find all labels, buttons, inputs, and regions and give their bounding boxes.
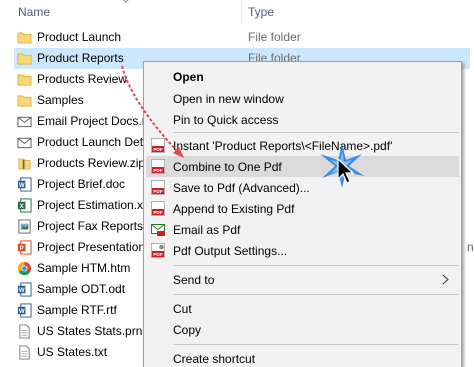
file-name: Sample RTF.rtf [37,303,117,317]
svg-text:PDF: PDF [153,252,163,258]
menu-item-label: Open [173,70,204,84]
file-name: Project Presentation [37,240,146,254]
file-name: Products Review.zip [37,156,146,170]
menu-item-append-pdf[interactable]: PDF Append to Existing Pdf [146,198,459,219]
file-name: Email Project Docs.r [37,114,146,128]
menu-item-copy[interactable]: Copy [146,319,459,340]
file-type: File folder [248,30,301,44]
menu-item-open[interactable]: Open [146,66,459,87]
column-name-header[interactable]: Name [18,5,50,19]
file-name: Samples [37,93,84,107]
pdf-icon: PDF [151,201,165,216]
svg-text:PDF: PDF [153,168,163,174]
pdf-icon: PDF [151,138,165,153]
menu-item-label: Append to Existing Pdf [173,202,295,216]
tiff-icon [18,219,31,234]
menu-item-pdf-output-settings[interactable]: PDF Pdf Output Settings... [146,240,459,261]
folder-icon [17,95,32,107]
email-pdf-icon [151,224,165,236]
menu-item-label: Copy [173,323,202,337]
file-name: Project Fax Reports. [37,219,147,233]
column-header: Name Type [0,0,474,24]
svg-text:W: W [19,308,25,315]
svg-text:W: W [19,182,25,189]
svg-text:PDF: PDF [153,189,163,195]
menu-item-label: Open in new window [173,92,284,106]
folder-icon [17,32,32,44]
file-name: Sample ODT.odt [37,282,126,296]
file-name: Products Review [37,72,128,86]
menu-item-label: Send to [173,273,215,287]
folder-icon [17,53,32,65]
svg-text:W: W [19,287,25,294]
email-icon [17,137,32,149]
svg-text:P: P [20,245,24,252]
menu-item-open-new-window[interactable]: Open in new window [146,88,459,109]
menu-separator [173,344,458,345]
word-doc-icon: W [17,177,32,192]
file-name: Project Estimation.x [37,198,144,212]
folder-icon [17,74,32,86]
file-name: Sample HTM.htm [37,261,131,275]
menu-item-email-pdf[interactable]: Email as Pdf [146,219,459,240]
menu-separator [173,265,458,266]
sort-chevron-icon[interactable] [121,0,131,5]
pdf-icon: PDF [151,159,165,174]
file-name: Product Reports [37,51,124,65]
svg-text:X: X [20,203,24,210]
column-type-header[interactable]: Type [248,5,274,19]
file-name: US States.txt [37,345,108,359]
word-doc-icon: W [17,282,32,297]
menu-item-label: Email as Pdf [173,223,241,237]
email-icon [17,116,32,128]
excel-icon: X [17,198,32,213]
column-divider[interactable] [241,0,242,24]
menu-item-label: Pdf Output Settings... [173,244,288,258]
zip-icon [18,158,31,170]
context-menu: Open Open in new window Pin to Quick acc… [143,61,462,367]
word-doc-icon: W [17,303,32,318]
menu-item-label: Combine to One Pdf [173,160,282,174]
mouse-cursor-icon [320,144,364,188]
text-file-icon [19,345,30,360]
menu-item-save-pdf-advanced[interactable]: PDF Save to Pdf (Advanced)... [146,177,459,198]
file-type-clipped: n [467,240,474,254]
file-name: US States Stats.prn [37,324,143,338]
file-name: Product Launch [37,30,122,44]
chrome-icon [17,261,32,276]
pdf-settings-icon: PDF [151,243,165,258]
menu-item-label: Pin to Quick access [173,113,279,127]
menu-item-label: Cut [173,302,192,316]
powerpoint-icon: P [17,240,32,255]
menu-item-label: Create shortcut [173,352,256,366]
file-name: Project Brief.doc [37,177,126,191]
menu-item-send-to[interactable]: Send to [146,269,459,290]
menu-item-combine-pdf[interactable]: PDF Combine to One Pdf [146,156,459,177]
svg-text:PDF: PDF [153,210,163,216]
menu-separator [173,294,458,295]
menu-item-create-shortcut[interactable]: Create shortcut [146,348,459,367]
text-file-icon [19,324,30,339]
menu-item-pin-quick-access[interactable]: Pin to Quick access [146,109,459,130]
chevron-right-icon [442,274,449,285]
menu-item-label: Save to Pdf (Advanced)... [173,181,310,195]
menu-item-instant-pdf[interactable]: PDF Instant 'Product Reports\<FileName>.… [146,135,459,156]
menu-separator [173,132,458,133]
svg-text:PDF: PDF [153,147,163,153]
file-row[interactable]: Product Launch File folder [14,27,474,48]
menu-item-cut[interactable]: Cut [146,298,459,319]
pdf-icon: PDF [151,180,165,195]
file-name: Product Launch Det [37,135,144,149]
